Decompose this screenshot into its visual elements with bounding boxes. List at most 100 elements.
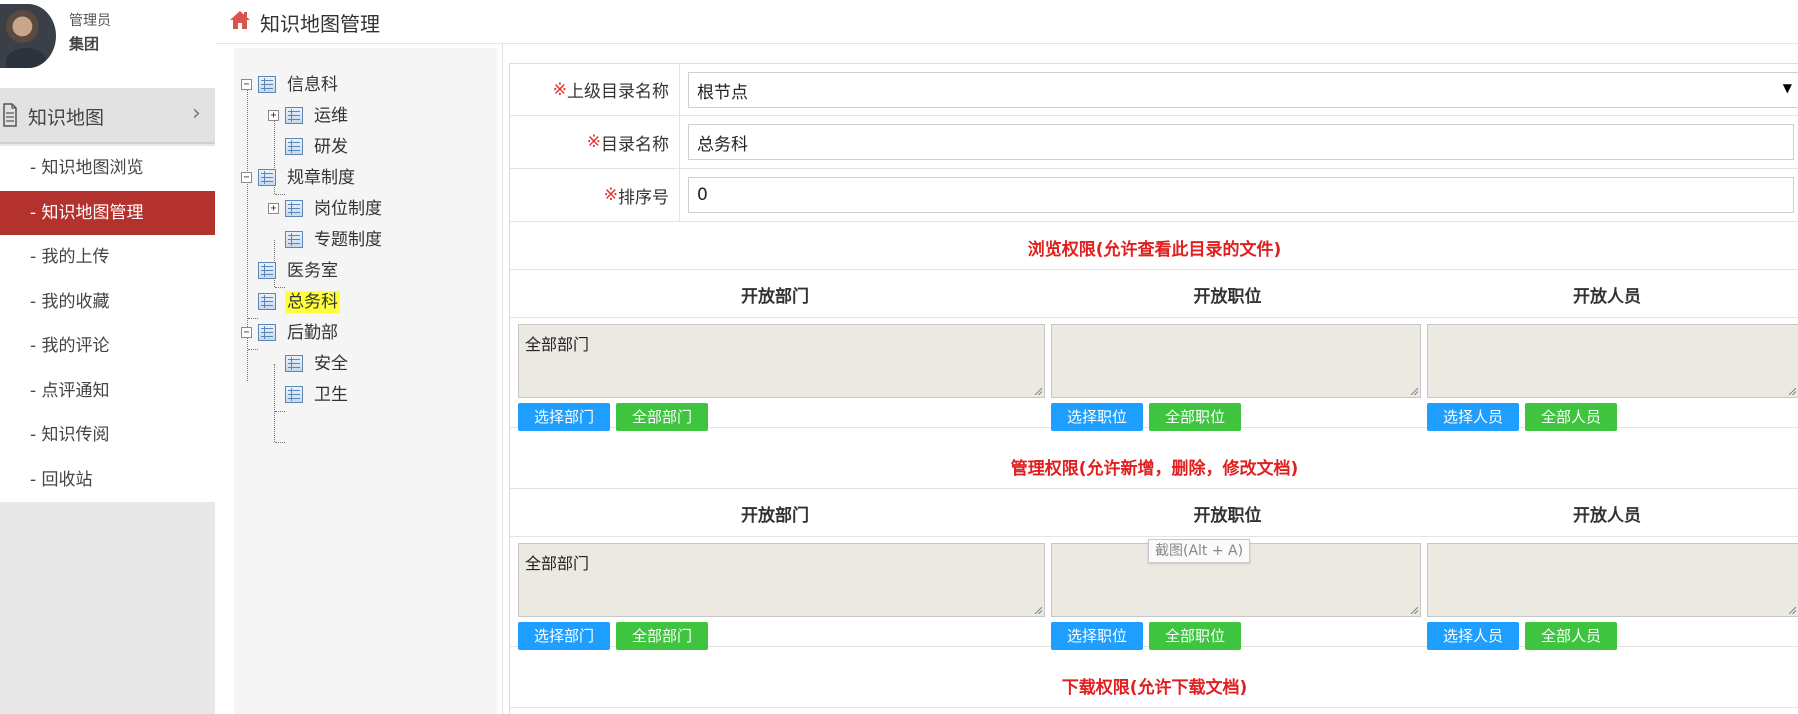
required-mark: ※ — [586, 132, 601, 152]
tree-connector — [275, 411, 285, 412]
browse-person-textarea[interactable] — [1427, 324, 1798, 398]
menu-item-review-notices[interactable]: - 点评通知 — [0, 369, 215, 414]
manage-select-position-button[interactable]: 选择职位 — [1051, 622, 1143, 650]
order-input[interactable]: 0 — [688, 177, 1794, 213]
menu-item-browse[interactable]: - 知识地图浏览 — [0, 146, 215, 191]
manage-column-headers: 开放部门 开放职位 开放人员 — [510, 489, 1798, 537]
menu-item-comments[interactable]: - 我的评论 — [0, 324, 215, 369]
table-icon — [285, 231, 303, 248]
col-head-person: 开放人员 — [1573, 506, 1641, 526]
avatar[interactable] — [0, 4, 56, 68]
tree-node-label[interactable]: 运维 — [312, 105, 350, 127]
order-label: ※ 排序号 — [510, 169, 680, 221]
table-icon — [258, 293, 276, 310]
form-row-order: ※ 排序号 0 — [510, 169, 1798, 222]
tree-node-label[interactable]: 专题制度 — [312, 229, 384, 251]
name-input[interactable]: 总务科 — [688, 124, 1794, 160]
dropdown-arrow-icon[interactable]: ▼ — [1783, 81, 1792, 95]
browse-dept-textarea[interactable]: 全部部门 — [518, 324, 1045, 398]
table-icon — [285, 138, 303, 155]
directory-tree: − 信息科 + 运维 研发 − 规章制度 + 岗位制度 专题制度 医务室 总务科… — [234, 48, 497, 714]
parent-select-value: 根节点 — [697, 82, 748, 103]
collapse-icon[interactable]: − — [241, 327, 252, 338]
col-head-dept: 开放部门 — [741, 506, 809, 526]
browse-column-headers: 开放部门 开放职位 开放人员 — [510, 270, 1798, 318]
browse-select-position-button[interactable]: 选择职位 — [1051, 403, 1143, 431]
tree-node-label[interactable]: 医务室 — [285, 260, 340, 282]
user-org: 集团 — [69, 35, 100, 53]
menu-title: 知识地图 — [28, 107, 105, 129]
required-mark: ※ — [552, 79, 567, 100]
tree-node-label[interactable]: 安全 — [312, 353, 350, 375]
table-icon — [258, 76, 276, 93]
tree-node-label[interactable]: 卫生 — [312, 384, 350, 406]
document-icon — [3, 103, 17, 127]
menu-list: - 知识地图浏览 - 知识地图管理 - 我的上传 - 我的收藏 - 我的评论 -… — [0, 146, 215, 502]
page-header: 知识地图管理 — [215, 0, 1798, 44]
form-row-name: ※ 目录名称 总务科 — [510, 116, 1798, 169]
tree-node-label[interactable]: 研发 — [312, 136, 350, 158]
section-manage: 管理权限(允许新增，删除，修改文档) — [510, 441, 1798, 489]
tree-connector — [274, 364, 275, 442]
manage-dept-textarea[interactable]: 全部部门 — [518, 543, 1045, 617]
tree-connector — [275, 287, 285, 288]
tree-node-label[interactable]: 岗位制度 — [312, 198, 384, 220]
browse-all-position-button[interactable]: 全部职位 — [1149, 403, 1241, 431]
user-role: 管理员 — [69, 13, 111, 29]
section-download: 下载权限(允许下载文档) — [510, 660, 1798, 708]
sidebar: 管理员 集团 知识地图 › - 知识地图浏览 - 知识地图管理 - 我的上传 -… — [0, 0, 215, 714]
tree-node-label[interactable]: 规章制度 — [285, 167, 357, 189]
parent-select[interactable]: 根节点 ▼ — [688, 72, 1798, 108]
collapse-icon[interactable]: − — [241, 79, 252, 90]
manage-all-position-button[interactable]: 全部职位 — [1149, 622, 1241, 650]
page-title: 知识地图管理 — [260, 12, 380, 36]
browse-select-dept-button[interactable]: 选择部门 — [518, 403, 610, 431]
col-head-dept: 开放部门 — [741, 287, 809, 307]
user-panel: 管理员 集团 — [0, 0, 215, 88]
table-icon — [258, 169, 276, 186]
manage-permission-title: 管理权限(允许新增，删除，修改文档) — [1010, 459, 1299, 479]
browse-select-person-button[interactable]: 选择人员 — [1427, 403, 1519, 431]
tree-node-label[interactable]: 总务科 — [285, 291, 340, 313]
manage-all-person-button[interactable]: 全部人员 — [1525, 622, 1617, 650]
manage-person-textarea[interactable] — [1427, 543, 1798, 617]
menu-item-favorites[interactable]: - 我的收藏 — [0, 280, 215, 325]
tree-node-label[interactable]: 信息科 — [285, 74, 340, 96]
home-icon[interactable] — [229, 10, 251, 30]
section-browse: 浏览权限(允许查看此目录的文件) — [510, 222, 1798, 270]
tree-connector — [275, 442, 285, 443]
menu-header[interactable]: 知识地图 › — [0, 88, 215, 144]
chevron-right-icon[interactable]: › — [192, 101, 201, 126]
manage-select-dept-button[interactable]: 选择部门 — [518, 622, 610, 650]
expand-icon[interactable]: + — [268, 203, 279, 214]
download-permission-title: 下载权限(允许下载文档) — [1061, 678, 1248, 698]
required-mark: ※ — [603, 185, 618, 205]
menu-item-recycle-bin[interactable]: - 回收站 — [0, 458, 215, 503]
table-icon — [285, 200, 303, 217]
menu-item-circulation[interactable]: - 知识传阅 — [0, 413, 215, 458]
parent-label-text: 上级目录名称 — [567, 82, 669, 102]
table-icon — [258, 324, 276, 341]
table-icon — [285, 386, 303, 403]
parent-label: ※ 上级目录名称 — [510, 64, 680, 115]
browse-position-textarea[interactable] — [1051, 324, 1421, 398]
tree-node-label[interactable]: 后勤部 — [285, 322, 340, 344]
browse-all-person-button[interactable]: 全部人员 — [1525, 403, 1617, 431]
manage-all-dept-button[interactable]: 全部部门 — [616, 622, 708, 650]
browse-permission-title: 浏览权限(允许查看此目录的文件) — [1027, 240, 1282, 260]
collapse-icon[interactable]: − — [241, 172, 252, 183]
menu-item-manage[interactable]: - 知识地图管理 — [0, 190, 215, 235]
expand-icon[interactable]: + — [268, 110, 279, 121]
col-head-position: 开放职位 — [1193, 506, 1262, 526]
menu-item-uploads[interactable]: - 我的上传 — [0, 235, 215, 280]
table-icon — [285, 355, 303, 372]
form-row-parent: ※ 上级目录名称 根节点 ▼ — [510, 64, 1798, 116]
tree-connector — [275, 194, 285, 195]
browse-all-dept-button[interactable]: 全部部门 — [616, 403, 708, 431]
manage-select-person-button[interactable]: 选择人员 — [1427, 622, 1519, 650]
directory-form: ※ 上级目录名称 根节点 ▼ ※ 目录名称 总务科 ※ 排序号 0 浏览权限(允许查看… — [509, 63, 1798, 714]
tree-connector — [248, 349, 258, 350]
table-icon — [258, 262, 276, 279]
screenshot-tooltip: 截图(Alt + A) — [1148, 539, 1251, 563]
col-head-position: 开放职位 — [1193, 287, 1262, 307]
